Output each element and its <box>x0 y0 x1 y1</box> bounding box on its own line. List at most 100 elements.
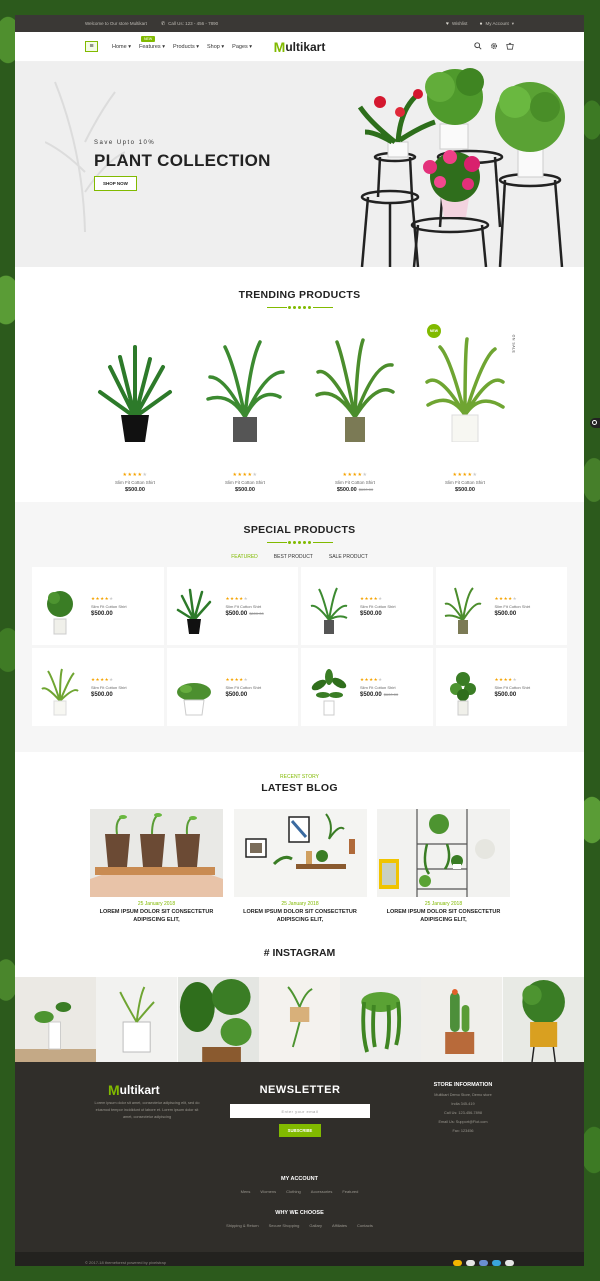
nav-features[interactable]: NEW Features ▾ <box>139 35 165 50</box>
product-price: $500.00 <box>495 692 568 698</box>
footer-link[interactable]: Contacts <box>357 1223 373 1228</box>
instagram-title: # INSTAGRAM <box>263 947 336 959</box>
subscribe-button[interactable]: SUBSCRIBE <box>279 1124 321 1137</box>
wishlist-link[interactable]: ♥ Wishlist <box>446 21 467 27</box>
nav-pages[interactable]: Pages ▾ <box>232 44 252 50</box>
instagram-photo[interactable] <box>502 977 584 1062</box>
product-card[interactable]: ★★★★★ Slim Fit Cotton Shirt $500.00 $600.00 <box>301 648 433 726</box>
nav-products[interactable]: Products ▾ <box>173 44 199 50</box>
product-image[interactable] <box>301 576 356 636</box>
instagram-photo[interactable] <box>15 977 97 1062</box>
footer-link[interactable]: Gallary <box>309 1223 322 1228</box>
instagram-strip <box>15 977 584 1062</box>
footer-link[interactable]: Clothing <box>286 1189 301 1194</box>
new-badge: NEW <box>140 35 156 42</box>
product-name[interactable]: Slim Fit Cotton Shirt <box>360 685 433 690</box>
product-price: $500.00 <box>360 611 433 617</box>
product-name[interactable]: Slim Fit Cotton Shirt <box>495 604 568 609</box>
blog-post-title[interactable]: LOREM IPSUM DOLOR SIT CONSECTETUR ADIPIS… <box>234 909 367 924</box>
chevron-down-icon: ▾ <box>128 43 131 50</box>
footer-link[interactable]: Accessories <box>311 1189 333 1194</box>
footer-link[interactable]: Mens <box>241 1189 251 1194</box>
blog-card[interactable]: 25 January 2018 LOREM IPSUM DOLOR SIT CO… <box>233 809 367 924</box>
blog-post-title[interactable]: LOREM IPSUM DOLOR SIT CONSECTETUR ADIPIS… <box>377 909 510 924</box>
tab-best-product[interactable]: BEST PRODUCT <box>274 554 313 560</box>
nav-shop[interactable]: Shop ▾ <box>207 44 224 50</box>
nav-label: Pages <box>232 43 248 50</box>
product-name[interactable]: Slim Fit Cotton Shirt <box>360 604 433 609</box>
product-image[interactable] <box>301 657 356 717</box>
tab-sale-product[interactable]: SALE PRODUCT <box>329 554 368 560</box>
product-card[interactable]: ★★★★★ Slim Fit Cotton Shirt $500.00 <box>301 567 433 645</box>
product-image[interactable] <box>32 657 87 717</box>
blog-card[interactable]: 25 January 2018 LOREM IPSUM DOLOR SIT CO… <box>90 809 223 924</box>
blog-post-title[interactable]: LOREM IPSUM DOLOR SIT CONSECTETUR ADIPIS… <box>90 909 223 924</box>
product-image[interactable] <box>195 332 295 442</box>
product-image[interactable] <box>167 657 222 717</box>
nav-home[interactable]: Home ▾ <box>112 44 131 50</box>
product-name[interactable]: Slim Fit Cotton Shirt <box>195 480 295 485</box>
tab-featured[interactable]: FEATURED <box>231 554 258 560</box>
wishlist-label: Wishlist <box>451 21 468 26</box>
product-name[interactable]: Slim Fit Cotton Shirt <box>91 604 164 609</box>
price-current: $500.00 <box>225 691 248 698</box>
blog-date: 25 January 2018 <box>137 901 176 907</box>
footer-logo[interactable]: M ultikart <box>108 1082 160 1098</box>
product-image[interactable] <box>167 576 222 636</box>
product-card[interactable]: ★★★★★ Slim Fit Cotton Shirt $500.00 <box>166 648 299 726</box>
product-card[interactable]: NEW ON SALE ★★★★★ Slim Fit Cotton Shirt … <box>415 324 516 493</box>
gear-icon[interactable] <box>490 42 498 52</box>
top-bar: Welcome to Our store Multikart ✆ Call Us… <box>15 15 584 32</box>
instagram-photo[interactable] <box>96 977 178 1062</box>
cart-icon[interactable] <box>506 42 514 52</box>
product-card[interactable]: ★★★★★ Slim Fit Cotton Shirt $500.00 $600.00 <box>166 567 299 645</box>
settings-side-button[interactable] <box>590 418 600 428</box>
email-input[interactable]: Enter your email <box>230 1104 370 1118</box>
chevron-down-icon: ▾ <box>511 20 514 26</box>
product-image[interactable] <box>436 657 491 717</box>
footer-link[interactable]: Affiliates <box>332 1223 347 1228</box>
product-name[interactable]: Slim Fit Cotton Shirt <box>415 480 515 485</box>
instagram-photo[interactable] <box>177 977 259 1062</box>
product-image[interactable] <box>85 332 185 442</box>
product-image[interactable] <box>415 332 515 442</box>
footer-link[interactable]: Secure Shopping <box>269 1223 300 1228</box>
shop-now-button[interactable]: SHOP NOW <box>94 176 137 191</box>
menu-toggle-button[interactable]: ≡ <box>85 41 98 52</box>
product-card[interactable]: ★★★★★ Slim Fit Cotton Shirt $500.00 <box>195 332 295 493</box>
footer-link[interactable]: Shipping & Return <box>226 1223 258 1228</box>
product-name[interactable]: Slim Fit Cotton Shirt <box>305 480 405 485</box>
search-icon[interactable] <box>474 41 482 52</box>
product-name[interactable]: Slim Fit Cotton Shirt <box>226 604 299 609</box>
blog-card[interactable]: 25 January 2018 LOREM IPSUM DOLOR SIT CO… <box>377 809 510 924</box>
my-account-dropdown[interactable]: ● My Account ▾ <box>479 21 514 27</box>
rating-stars: ★★★★★ <box>360 595 383 601</box>
product-card[interactable]: ★★★★★ Slim Fit Cotton Shirt $500.00 $600.… <box>305 332 405 493</box>
site-logo[interactable]: M ultikart <box>274 39 326 55</box>
product-card[interactable]: ★★★★★ Slim Fit Cotton Shirt $500.00 <box>32 648 164 726</box>
product-card[interactable]: ★★★★★ Slim Fit Cotton Shirt $500.00 <box>435 567 568 645</box>
instagram-photo[interactable] <box>340 977 422 1062</box>
product-card[interactable]: ★★★★★ Slim Fit Cotton Shirt $500.00 <box>435 648 568 726</box>
product-name[interactable]: Slim Fit Cotton Shirt <box>495 685 568 690</box>
footer-link[interactable]: Womens <box>260 1189 276 1194</box>
blog-image[interactable] <box>377 809 510 897</box>
product-name[interactable]: Slim Fit Cotton Shirt <box>85 480 185 485</box>
blog-image[interactable] <box>90 809 223 897</box>
instagram-photo[interactable] <box>421 977 503 1062</box>
product-name[interactable]: Slim Fit Cotton Shirt <box>91 685 164 690</box>
rating-stars: ★★★★★ <box>360 676 383 682</box>
product-name[interactable]: Slim Fit Cotton Shirt <box>226 685 299 690</box>
footer-link[interactable]: Featured <box>342 1189 358 1194</box>
product-image[interactable] <box>436 576 491 636</box>
product-image[interactable] <box>305 332 405 442</box>
instagram-photo[interactable] <box>258 977 341 1062</box>
blog-image[interactable] <box>233 809 367 897</box>
product-card[interactable]: ★★★★★ Slim Fit Cotton Shirt $500.00 <box>32 567 164 645</box>
product-tabs: FEATURED BEST PRODUCT SALE PRODUCT <box>15 554 584 560</box>
product-price: $500.00 <box>91 611 164 617</box>
logo-mark: M <box>273 38 286 55</box>
product-card[interactable]: ★★★★★ Slim Fit Cotton Shirt $500.00 <box>85 332 185 493</box>
price-current: $500.00 <box>225 610 248 617</box>
product-image[interactable] <box>32 576 87 636</box>
